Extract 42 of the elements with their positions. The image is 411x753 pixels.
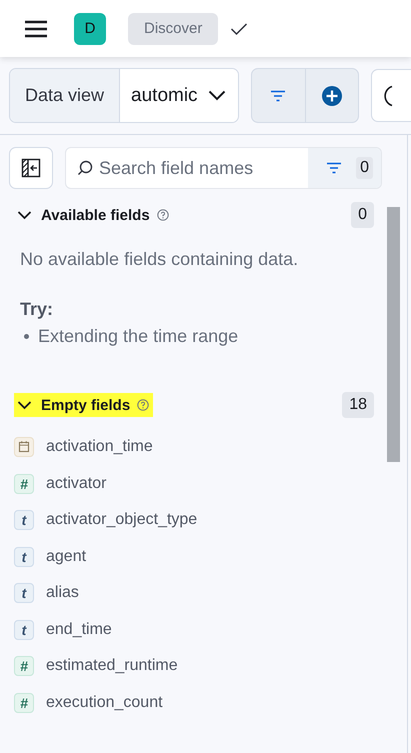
help-icon bbox=[156, 209, 169, 221]
field-count: 0 bbox=[351, 202, 374, 228]
filter-icon bbox=[270, 90, 286, 102]
field-count: 18 bbox=[342, 392, 374, 418]
bullet-icon bbox=[24, 334, 29, 339]
field-name[interactable]: activator bbox=[46, 474, 106, 493]
field-name[interactable]: activation_time bbox=[46, 438, 153, 456]
field-type-icon: t bbox=[14, 620, 34, 640]
check-icon bbox=[230, 22, 248, 36]
data-view-dropdown[interactable]: automic bbox=[120, 69, 238, 122]
calendar-icon bbox=[14, 437, 34, 458]
space-avatar[interactable]: D bbox=[74, 12, 106, 44]
section-header[interactable]: Available fields bbox=[14, 203, 173, 227]
menu-icon[interactable] bbox=[24, 20, 48, 38]
collapse-panel-icon bbox=[21, 158, 41, 178]
field-name[interactable]: alias bbox=[46, 584, 79, 602]
collapse-sidebar-button[interactable] bbox=[9, 147, 53, 189]
field-type-icon: t bbox=[14, 546, 34, 567]
field-name[interactable]: estimated_runtime bbox=[46, 657, 178, 676]
scrollbar-thumb[interactable] bbox=[387, 207, 400, 462]
plus-icon bbox=[320, 84, 343, 106]
field-type-icon: # bbox=[14, 692, 34, 713]
field-type-icon: # bbox=[14, 656, 34, 676]
field-name[interactable]: execution_count bbox=[46, 694, 163, 712]
empty-message: No available fields containing data. bbox=[20, 249, 300, 270]
help-icon bbox=[137, 399, 150, 411]
filter-icon bbox=[326, 162, 342, 174]
field-type-icon: t bbox=[14, 510, 34, 530]
breadcrumb[interactable]: Discover bbox=[128, 12, 218, 44]
search-icon bbox=[77, 160, 93, 176]
field-filter-button[interactable]: 0 bbox=[308, 148, 381, 188]
chevron-icon bbox=[208, 90, 226, 101]
field-type-icon: # bbox=[14, 474, 34, 494]
field-name[interactable]: end_time bbox=[46, 620, 112, 639]
field-type-icon: t bbox=[14, 583, 34, 604]
data-view-label: Data view bbox=[10, 69, 120, 122]
suggestion-text: Extending the time range bbox=[38, 326, 238, 347]
field-name[interactable]: agent bbox=[46, 548, 86, 566]
section-header[interactable]: Empty fields bbox=[14, 393, 154, 417]
search-field[interactable]: Search field names 0 bbox=[65, 147, 382, 189]
field-name[interactable]: activator_object_type bbox=[46, 511, 198, 530]
try-label: Try: bbox=[20, 299, 54, 320]
